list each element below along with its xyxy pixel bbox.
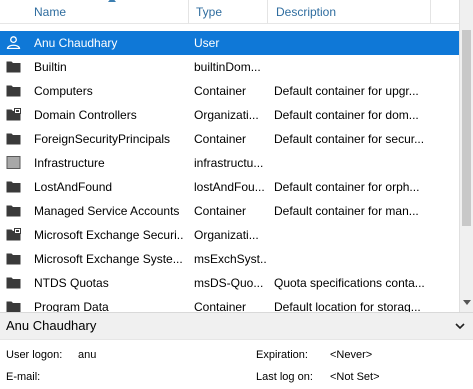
row-type: builtinDom... xyxy=(194,60,261,74)
row-description: Default location for storag... xyxy=(274,300,421,312)
detail-pane-title: Anu Chaudhary xyxy=(6,318,97,333)
row-type: Container xyxy=(194,204,247,218)
sort-ascending-icon xyxy=(108,0,116,2)
column-header-name[interactable]: Name xyxy=(34,4,66,20)
last-logon-value: <Not Set> xyxy=(330,371,380,383)
list-row[interactable]: Anu Chaudhary User xyxy=(0,31,459,55)
row-type: Container xyxy=(194,84,247,98)
row-type: lostAndFou... xyxy=(194,180,265,194)
user-icon xyxy=(6,36,21,50)
column-header-description[interactable]: Description xyxy=(276,4,336,20)
row-description: Default container for orph... xyxy=(274,180,420,194)
object-rows: Anu Chaudhary User Builtin builtinDom... Com… xyxy=(0,31,459,312)
object-list: Name Type Description Anu Chaudhary User B… xyxy=(0,0,473,312)
detail-pane-header[interactable]: Anu Chaudhary xyxy=(0,312,473,339)
row-name: Infrastructure xyxy=(34,156,105,170)
row-name: NTDS Quotas xyxy=(34,276,109,290)
list-row[interactable]: Domain Controllers Organizati... Default c… xyxy=(0,103,459,127)
chevron-down-icon[interactable] xyxy=(450,316,470,336)
folder-icon xyxy=(6,84,21,97)
list-row[interactable]: Microsoft Exchange Syste... msExchSyst... xyxy=(0,247,459,271)
row-name: Program Data xyxy=(34,300,109,312)
folder-icon xyxy=(6,300,21,312)
row-description: Quota specifications conta... xyxy=(274,276,425,290)
row-name: Domain Controllers xyxy=(34,108,137,122)
expiration-label: Expiration: xyxy=(256,349,308,361)
row-description xyxy=(274,55,454,79)
infrastructure-icon xyxy=(6,156,21,169)
row-description: Default container for upgr... xyxy=(274,84,419,98)
column-divider[interactable] xyxy=(430,0,431,24)
folder-icon xyxy=(6,204,21,217)
row-description: Default container for dom... xyxy=(274,108,419,122)
folder-icon xyxy=(6,180,21,193)
row-name: Builtin xyxy=(34,60,67,74)
row-type: Organizati... xyxy=(194,108,259,122)
row-description xyxy=(274,247,454,271)
list-row[interactable]: LostAndFound lostAndFou... Default contain… xyxy=(0,175,459,199)
column-header-bar: Name Type Description xyxy=(0,0,459,24)
row-type: infrastructu... xyxy=(194,156,264,170)
row-description: Default container for secur... xyxy=(274,132,425,146)
row-name: Microsoft Exchange Securi... xyxy=(34,228,184,242)
row-type: msDS-Quo... xyxy=(194,276,264,290)
folder-icon xyxy=(6,60,21,73)
row-description xyxy=(274,223,454,247)
row-type: Container xyxy=(194,132,247,146)
list-row[interactable]: Microsoft Exchange Securi... Organizati..… xyxy=(0,223,459,247)
last-logon-label: Last log on: xyxy=(256,371,313,383)
row-name: Managed Service Accounts xyxy=(34,204,180,218)
detail-pane-body: User logon: anu E-mail: Expiration: <Nev… xyxy=(0,339,473,389)
vertical-scrollbar[interactable] xyxy=(459,0,473,312)
user-logon-label: User logon: xyxy=(6,349,63,361)
column-header-type[interactable]: Type xyxy=(196,4,222,20)
scroll-down-arrow-icon[interactable] xyxy=(463,300,471,305)
email-label: E-mail: xyxy=(6,371,41,383)
row-name: LostAndFound xyxy=(34,180,113,194)
row-type: msExchSyst... xyxy=(194,252,266,266)
column-divider[interactable] xyxy=(188,0,189,24)
list-row[interactable]: ForeignSecurityPrincipals Container Defaul… xyxy=(0,127,459,151)
organizational-unit-icon xyxy=(6,108,21,121)
scrollbar-thumb[interactable] xyxy=(462,30,471,226)
list-row[interactable]: Infrastructure infrastructu... xyxy=(0,151,459,175)
organizational-unit-icon xyxy=(6,228,21,241)
row-type: User xyxy=(194,36,220,50)
row-name: Microsoft Exchange Syste... xyxy=(34,252,183,266)
list-row[interactable]: NTDS Quotas msDS-Quo... Quota specificatio… xyxy=(0,271,459,295)
row-type: Container xyxy=(194,300,247,312)
folder-icon xyxy=(6,276,21,289)
list-row[interactable]: Builtin builtinDom... xyxy=(0,55,459,79)
user-logon-value: anu xyxy=(78,349,97,361)
row-name: ForeignSecurityPrincipals xyxy=(34,132,171,146)
row-name: Anu Chaudhary xyxy=(34,36,118,50)
row-type: Organizati... xyxy=(194,228,259,242)
list-row[interactable]: Program Data Container Default location fo… xyxy=(0,295,459,312)
row-description xyxy=(274,151,454,175)
column-divider[interactable] xyxy=(267,0,268,24)
row-description: Default container for man... xyxy=(274,204,419,218)
expiration-value: <Never> xyxy=(330,349,373,361)
list-row[interactable]: Computers Container Default container for … xyxy=(0,79,459,103)
folder-icon xyxy=(6,252,21,265)
folder-icon xyxy=(6,132,21,145)
row-description xyxy=(274,31,454,55)
list-row[interactable]: Managed Service Accounts Container Default… xyxy=(0,199,459,223)
row-name: Computers xyxy=(34,84,93,98)
